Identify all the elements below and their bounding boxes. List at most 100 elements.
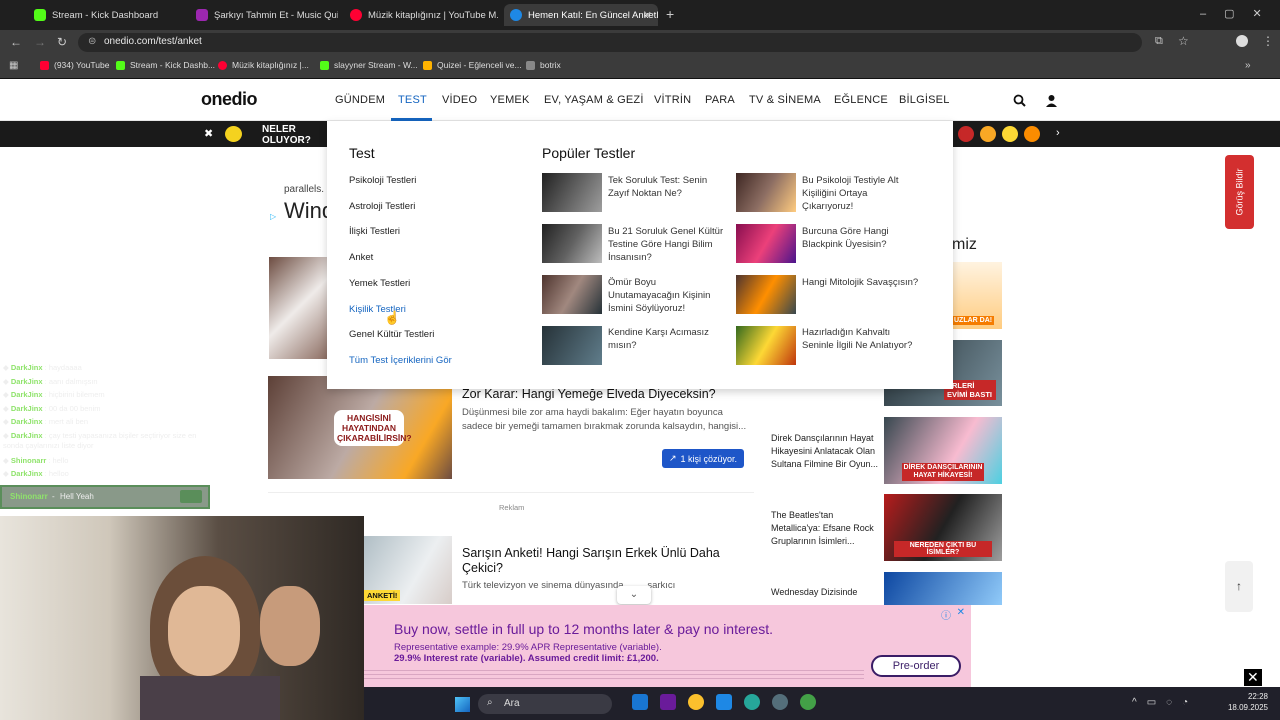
popular-test-thumbnail[interactable] — [542, 326, 602, 365]
system-tray-icons[interactable]: ^▭◌◔ — [1132, 697, 1198, 708]
card1-title[interactable]: Zor Karar: Hangi Yemeğe Elveda Diyeceksi… — [462, 387, 752, 402]
close-tab-icon[interactable]: ✕ — [643, 9, 652, 22]
popular-test-thumbnail[interactable] — [736, 224, 796, 263]
link-anket[interactable]: Anket — [349, 252, 373, 263]
bookmark-star-icon[interactable]: ☆ — [1178, 34, 1189, 48]
install-icon[interactable]: ⧉ — [1155, 35, 1163, 48]
popular-test-title[interactable]: Bu 21 Soruluk Genel Kültür Testine Göre … — [608, 225, 726, 264]
ad-close-icon[interactable]: ✕ — [957, 607, 965, 618]
overlay-close-icon[interactable]: ✕ — [1244, 669, 1262, 686]
chevron-right-icon[interactable]: › — [1056, 127, 1060, 139]
popular-test-title[interactable]: Kendine Karşı Acımasız mısın? — [608, 326, 726, 352]
bookmark-youtube[interactable]: (934) YouTube — [40, 60, 109, 70]
grid-icon[interactable]: ✖ — [204, 127, 213, 140]
epic-games-icon[interactable] — [660, 694, 676, 710]
nav-vitrin[interactable]: VİTRİN — [654, 94, 691, 106]
collapse-ad-chevron-icon[interactable]: ⌄ — [617, 586, 651, 604]
bookmark-kick-dashboard[interactable]: Stream - Kick Dashb... — [116, 60, 215, 70]
popular-test-thumbnail[interactable] — [736, 326, 796, 365]
strip-badge-icon[interactable] — [225, 126, 242, 142]
emoji-icon[interactable] — [980, 126, 996, 142]
article-thumbnail[interactable] — [269, 257, 327, 359]
url-text[interactable]: onedio.com/test/anket — [104, 36, 202, 47]
side-article-thumbnail[interactable]: NEREDEN ÇIKTI BU İSİMLER? — [884, 494, 1002, 561]
nav-yemek[interactable]: YEMEK — [490, 94, 530, 106]
card2-title[interactable]: Sarışın Anketi! Hangi Sarışın Erkek Ünlü… — [462, 546, 732, 576]
popular-test-title[interactable]: Ömür Boyu Unutamayacağın Kişinin İsmini … — [608, 276, 726, 315]
popular-test-thumbnail[interactable] — [736, 173, 796, 212]
bookmark-quizei[interactable]: Quizei - Eğlenceli ve... — [423, 60, 522, 70]
chrome-active-icon[interactable] — [800, 694, 816, 710]
popular-test-thumbnail[interactable] — [542, 224, 602, 263]
onedio-logo[interactable]: onedio — [201, 89, 258, 110]
tab-music-quiz[interactable]: Şarkıyı Tahmin Et - Music Quiz — [190, 4, 338, 26]
popular-test-title[interactable]: Tek Soruluk Test: Senin Zayıf Noktan Ne? — [608, 174, 726, 200]
link-tum-test-icerikleri[interactable]: Tüm Test İçeriklerini Gör — [349, 355, 452, 366]
popular-test-title[interactable]: Hazırladığın Kahvaltı Seninle İlgili Ne … — [802, 326, 920, 352]
feedback-button[interactable]: Görüş Bildir — [1225, 155, 1254, 229]
bookmark-youtube-music[interactable]: Müzik kitaplığınız |... — [218, 60, 309, 70]
nav-bilgisel[interactable]: BİLGİSEL — [899, 94, 950, 106]
menu-icon[interactable]: ⋮ — [1262, 34, 1274, 48]
defender-icon[interactable] — [716, 694, 732, 710]
tab-onedio-anket[interactable]: Hemen Katıl: En Güncel Anketl... ✕ — [504, 4, 658, 26]
settings-icon[interactable] — [772, 694, 788, 710]
taskbar-search[interactable]: Ara — [478, 694, 612, 714]
nav-eglence[interactable]: EĞLENCE — [834, 94, 888, 106]
search-icon[interactable] — [1013, 94, 1026, 107]
link-iliski-testleri[interactable]: İlişki Testleri — [349, 226, 400, 237]
popular-test-title[interactable]: Bu Psikoloji Testiyle Alt Kişiliğini Ort… — [802, 174, 920, 213]
card2-thumbnail[interactable]: ANKETİ! — [364, 536, 452, 604]
side-article-title[interactable]: Direk Dansçılarının Hayat Hikayesini Anl… — [771, 432, 879, 471]
link-yemek-testleri[interactable]: Yemek Testleri — [349, 278, 410, 289]
back-icon[interactable]: ← — [10, 35, 22, 49]
strip-emoji-row[interactable] — [958, 126, 1048, 142]
nav-video[interactable]: VİDEO — [442, 94, 477, 106]
nav-test[interactable]: TEST — [398, 94, 427, 106]
popular-test-thumbnail[interactable] — [736, 275, 796, 314]
ad-info-icon[interactable]: ⓘ — [941, 607, 951, 622]
side-article-thumbnail[interactable]: DİREK DANSÇILARININ HAYAT HİKAYESİ! — [884, 417, 1002, 484]
card1-thumbnail[interactable]: HANGİSİNİ HAYATINDAN ÇIKARABİLİRSİN? — [268, 376, 452, 479]
new-tab-button[interactable]: + — [666, 6, 674, 22]
link-psikoloji-testleri[interactable]: Psikoloji Testleri — [349, 175, 416, 186]
side-thumbnail[interactable]: UZLAR DA! — [952, 262, 1002, 329]
side-article-thumbnail[interactable] — [884, 572, 1002, 605]
profile-avatar[interactable] — [1236, 35, 1248, 47]
user-icon[interactable] — [1045, 94, 1058, 107]
pre-order-button[interactable]: Pre-order — [871, 655, 961, 677]
reload-icon[interactable]: ↻ — [57, 35, 67, 49]
taskbar-clock[interactable]: 22:28 18.09.2025 — [1228, 691, 1268, 713]
neler-oluyor-label[interactable]: NELER OLUYOR? — [262, 124, 318, 146]
link-astroloji-testleri[interactable]: Astroloji Testleri — [349, 201, 415, 212]
site-info-icon[interactable]: ⊜ — [88, 36, 96, 47]
bookmark-slayyner-stream[interactable]: slayyner Stream - W... — [320, 60, 418, 70]
bookmark-botrix[interactable]: botrix — [526, 60, 561, 70]
steam-icon[interactable] — [632, 694, 648, 710]
emoji-icon[interactable] — [1002, 126, 1018, 142]
forward-icon[interactable]: → — [34, 35, 46, 49]
scroll-to-top-button[interactable]: ↑ — [1225, 561, 1253, 612]
side-article-title[interactable]: The Beatles'tan Metallica'ya: Efsane Roc… — [771, 509, 879, 548]
nav-para[interactable]: PARA — [705, 94, 735, 106]
tab-youtube-music[interactable]: Müzik kitaplığınız | YouTube M... — [344, 4, 498, 26]
popular-test-thumbnail[interactable] — [542, 173, 602, 212]
link-genel-kultur-testleri[interactable]: Genel Kültür Testleri — [349, 329, 434, 340]
nav-tv-sinema[interactable]: TV & SİNEMA — [749, 94, 821, 106]
side-article-title[interactable]: Wednesday Dizisinde — [771, 586, 879, 599]
nav-gundem[interactable]: GÜNDEM — [335, 94, 385, 106]
nav-ev-yasam-gezi[interactable]: EV, YAŞAM & GEZİ — [544, 94, 644, 106]
chrome-icon[interactable] — [688, 694, 704, 710]
edge-icon[interactable] — [744, 694, 760, 710]
popular-test-thumbnail[interactable] — [542, 275, 602, 314]
address-bar[interactable] — [78, 33, 1142, 52]
windows-start-icon[interactable] — [455, 697, 470, 712]
popular-test-title[interactable]: Burcuna Göre Hangi Blackpink Üyesisin? — [802, 225, 920, 251]
emoji-icon[interactable] — [1024, 126, 1040, 142]
ad-banner[interactable]: Buy now, settle in full up to 12 months … — [364, 605, 971, 687]
adchoices-icon[interactable]: ▷ — [270, 212, 276, 221]
popular-test-title[interactable]: Hangi Mitolojik Savaşçısın? — [802, 276, 920, 289]
tab-kick-dashboard[interactable]: Stream - Kick Dashboard — [28, 4, 176, 26]
window-controls[interactable]: –▢✕ — [1200, 7, 1280, 20]
apps-grid-icon[interactable]: ▦ — [9, 60, 18, 71]
